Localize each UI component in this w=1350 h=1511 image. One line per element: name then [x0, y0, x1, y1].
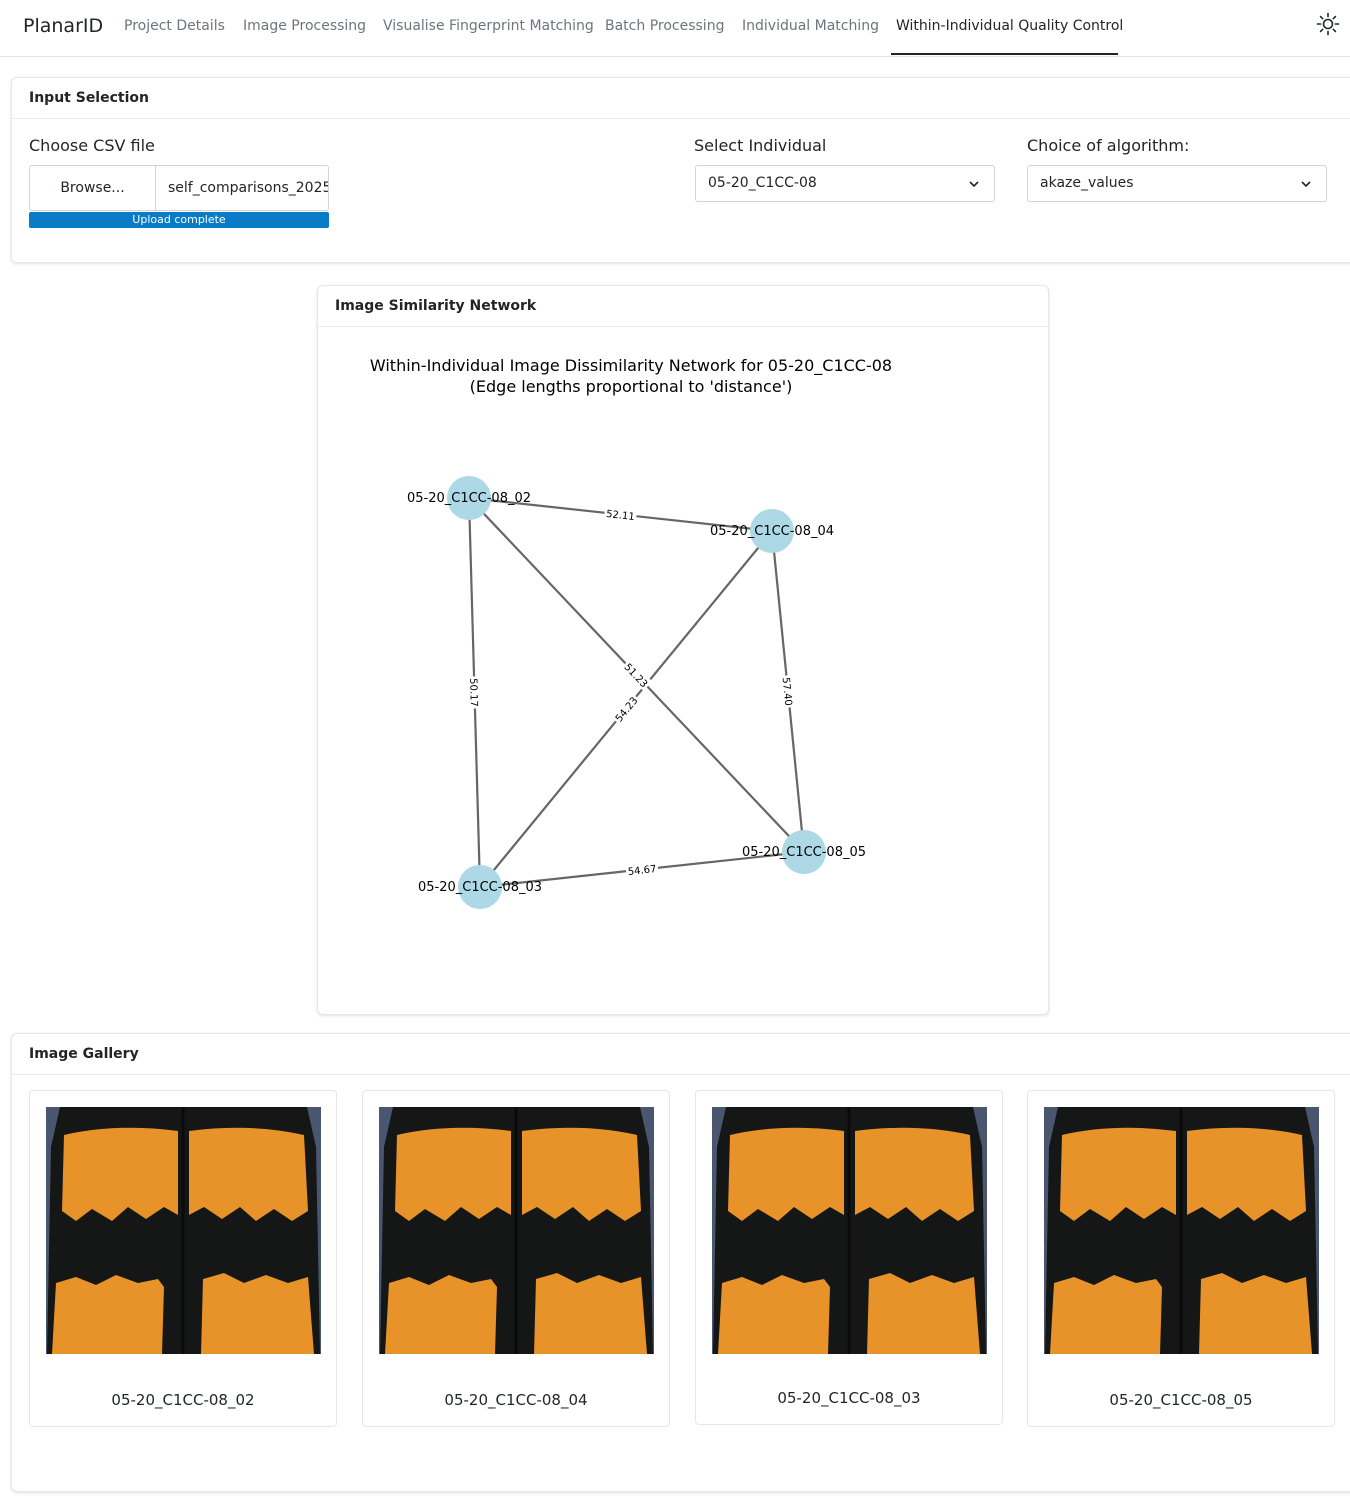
card-header: Input Selection [12, 78, 1350, 119]
network-node-label: 05-20_C1CC-08_03 [418, 880, 542, 895]
beetle-image[interactable] [712, 1107, 987, 1354]
csv-file-label: Choose CSV file [29, 136, 155, 155]
chart-title-line1: Within-Individual Image Dissimilarity Ne… [370, 356, 892, 376]
gallery-item[interactable]: 05-20_C1CC-08_02 [29, 1090, 337, 1427]
card-title: Input Selection [29, 90, 149, 106]
gallery-caption: 05-20_C1CC-08_05 [1109, 1391, 1253, 1409]
card-title: Image Gallery [29, 1046, 139, 1062]
top-navbar: PlanarID Project Details Image Processin… [0, 0, 1350, 57]
active-tab-indicator [891, 53, 1118, 55]
individual-select[interactable]: 05-20_C1CC-08 [695, 165, 995, 202]
network-node-label: 05-20_C1CC-08_04 [710, 524, 834, 539]
network-card: Image Similarity Network Within-Individu… [317, 285, 1049, 1015]
tab-individual-matching[interactable]: Individual Matching [742, 18, 879, 34]
network-node-label: 05-20_C1CC-08_05 [742, 845, 866, 860]
gallery-item[interactable]: 05-20_C1CC-08_05 [1027, 1090, 1335, 1427]
gallery-caption: 05-20_C1CC-08_04 [444, 1391, 588, 1409]
edge-label: 52.11 [606, 509, 636, 523]
tab-image-processing[interactable]: Image Processing [243, 18, 366, 34]
algorithm-select-value: akaze_values [1040, 175, 1134, 191]
algorithm-select[interactable]: akaze_values [1027, 165, 1327, 202]
tab-within-individual-quality-control[interactable]: Within-Individual Quality Control [896, 18, 1123, 34]
individual-select-value: 05-20_C1CC-08 [708, 175, 817, 191]
chevron-down-icon [969, 181, 979, 188]
brand-logo[interactable]: PlanarID [23, 15, 103, 37]
beetle-image[interactable] [1044, 1107, 1319, 1354]
algorithm-label: Choice of algorithm: [1027, 136, 1190, 155]
chevron-down-icon [1301, 181, 1311, 188]
beetle-image[interactable] [46, 1107, 321, 1354]
tab-project-details[interactable]: Project Details [124, 18, 225, 34]
tab-batch-processing[interactable]: Batch Processing [605, 18, 724, 34]
file-name-field[interactable]: self_comparisons_2025 [155, 165, 329, 211]
upload-progress-bar: Upload complete [29, 212, 329, 228]
sun-icon[interactable] [1316, 12, 1340, 36]
card-header: Image Similarity Network [318, 286, 1048, 327]
browse-button[interactable]: Browse... [29, 165, 155, 211]
gallery-caption: 05-20_C1CC-08_02 [111, 1391, 255, 1409]
gallery-item[interactable]: 05-20_C1CC-08_04 [362, 1090, 670, 1427]
edge-label: 57.40 [780, 677, 794, 707]
card-title: Image Similarity Network [335, 298, 537, 314]
gallery-item[interactable]: 05-20_C1CC-08_03 [695, 1090, 1003, 1425]
chart-title-line2: (Edge lengths proportional to 'distance'… [470, 377, 793, 396]
edge-label: 50.17 [467, 678, 479, 707]
select-individual-label: Select Individual [694, 136, 827, 155]
beetle-image[interactable] [379, 1107, 654, 1354]
tab-visualise-fingerprint-matching[interactable]: Visualise Fingerprint Matching [383, 18, 594, 34]
card-header: Image Gallery [12, 1034, 1350, 1075]
edge-label: 54.67 [627, 864, 657, 878]
gallery-caption: 05-20_C1CC-08_03 [777, 1389, 921, 1407]
network-node-label: 05-20_C1CC-08_02 [407, 491, 531, 506]
network-graph: Within-Individual Image Dissimilarity Ne… [370, 356, 892, 909]
